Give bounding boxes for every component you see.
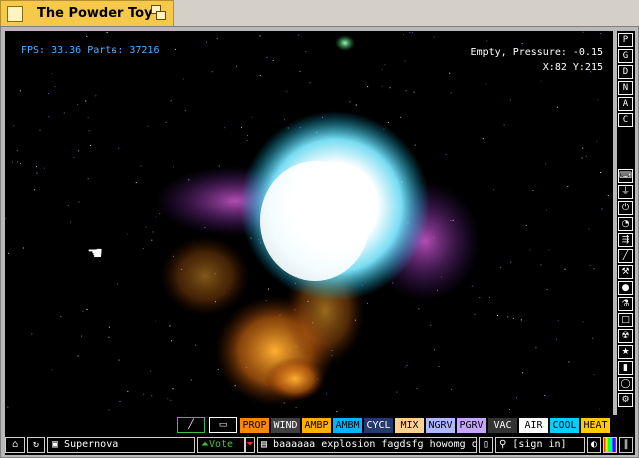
category-button-11[interactable]: ★ [618,345,633,359]
radiation-icon: ☢ [621,331,630,341]
right-menu: P G D N A C ⌨ ⏚ ⏻ ◔ ⇶ ╱ ⚒ ● ⚗ □ ☢ ★ ▮ ◯ ⚙ [617,31,635,435]
tag-icon: ▤ [261,439,274,450]
category-button-5[interactable]: ╱ [618,249,633,263]
window-titlebar[interactable]: The Powder Toy [0,0,174,26]
maximize-button[interactable] [151,5,167,21]
render-options-button[interactable] [603,437,617,453]
keyboard-icon: ⌨ [619,171,632,181]
save-icon: ▣ [52,439,65,450]
user-icon: ⚲ [499,439,513,450]
tool-air[interactable]: AIR [519,418,548,433]
vote-up-icon: ⏶ [201,439,209,450]
sign-tool-button[interactable]: ▭ [209,417,237,433]
particle-art [5,31,609,415]
tool-icon: ⚒ [621,267,630,277]
tool-cool[interactable]: COOL [550,418,579,433]
sign-in-label: [sign in] [512,439,567,450]
login-button[interactable]: ⚲ [sign in] [495,437,585,453]
bookmark-icon: ▮ [623,363,628,373]
pause-button[interactable]: ∥ [619,437,633,453]
category-button-6[interactable]: ⚒ [618,265,633,279]
open-button[interactable]: ⌂ [5,437,25,453]
drop-icon: ● [621,283,630,293]
category-button-1[interactable]: ⏚ [618,185,633,199]
eyedropper-icon: ╱ [188,420,194,430]
vote-down-icon: ⏷ [246,439,254,450]
settings-icon: ◐ [590,439,598,450]
category-button-10[interactable]: ☢ [618,329,633,343]
tool-pgrv[interactable]: PGRV [457,418,486,433]
reload-icon: ↻ [32,439,40,450]
new-file-icon: ▯ [482,439,490,450]
tool-row: ╱ ▭ PROP WIND AMBP AMBM CYCL MIX NGRV PGRV VAC AI… [5,415,617,435]
bottom-bar: ⌂ ↻ ▣ Supernova ⏶Vote ⏷ ▤ baaaaaa explos… [5,435,635,455]
description-field[interactable]: ▤ baaaaaa explosion fagdsfg howomg ohgod… [257,437,477,453]
vote-up-button[interactable]: ⏶Vote [197,437,245,453]
side-button-d[interactable]: D [618,65,633,79]
beaker-icon: ⚗ [621,299,630,309]
tool-prop[interactable]: PROP [240,418,269,433]
side-button-p[interactable]: P [618,33,633,47]
game-frame: FPS: 33.36 Parts: 37216 Empty, Pressure:… [0,26,639,458]
category-button-7[interactable]: ● [618,281,633,295]
pause-icon: ∥ [623,439,629,450]
reload-button[interactable]: ↻ [27,437,45,453]
tool-ngrv[interactable]: NGRV [426,418,455,433]
category-button-3[interactable]: ◔ [618,217,633,231]
description-text: baaaaaa explosion fagdsfg howomg ohgod..… [273,439,476,450]
hand-cursor-icon: ☚ [87,243,104,264]
wrench-icon: ⚙ [621,395,630,405]
bulb-icon: ◯ [620,379,631,389]
category-button-8[interactable]: ⚗ [618,297,633,311]
category-button-13[interactable]: ◯ [618,377,633,391]
tool-vac[interactable]: VAC [488,418,517,433]
folder-icon: ⌂ [11,439,19,450]
window-title: The Powder Toy [37,6,153,21]
side-button-n[interactable]: N [618,81,633,95]
tool-cycl[interactable]: CYCL [364,418,393,433]
tool-wind[interactable]: WIND [271,418,300,433]
new-button[interactable]: ▯ [479,437,493,453]
pick-tool-button[interactable]: ╱ [177,417,205,433]
category-button-2[interactable]: ⏻ [618,201,633,215]
pen-icon: ╱ [622,251,629,261]
status-readout: Empty, Pressure: -0.15 X:82 Y:215 [471,45,603,75]
save-name: Supernova [64,439,119,450]
settings-button[interactable]: ◐ [587,437,601,453]
sensor-icon: ⇶ [621,235,630,245]
plug-icon: ⏚ [620,187,630,197]
tool-ambm[interactable]: AMBM [333,418,362,433]
category-button-4[interactable]: ⇶ [618,233,633,247]
category-button-12[interactable]: ▮ [618,361,633,375]
category-button-14[interactable]: ⚙ [618,393,633,407]
vote-down-button[interactable]: ⏷ [245,437,255,453]
side-button-g[interactable]: G [618,49,633,63]
pressure-icon: ◔ [621,219,630,229]
simulation-canvas[interactable]: FPS: 33.36 Parts: 37216 Empty, Pressure:… [5,31,613,415]
square-icon: □ [621,315,630,325]
fps-readout: FPS: 33.36 Parts: 37216 [21,45,160,56]
power-icon: ⏻ [621,203,630,213]
side-button-c[interactable]: C [618,113,633,127]
vote-label: Vote [209,439,234,450]
side-button-a[interactable]: A [618,97,633,111]
star-icon: ★ [621,347,630,357]
save-name-field[interactable]: ▣ Supernova [47,437,195,453]
window-icon [7,5,23,22]
tool-ambp[interactable]: AMBP [302,418,331,433]
pressure-text: Empty, Pressure: -0.15 [470,47,603,58]
speech-icon: ▭ [218,420,228,430]
coords-text: X:82 Y:215 [542,62,603,73]
category-button-0[interactable]: ⌨ [618,169,633,183]
category-button-9[interactable]: □ [618,313,633,327]
tool-mix[interactable]: MIX [395,418,424,433]
tool-heat[interactable]: HEAT [581,418,610,433]
